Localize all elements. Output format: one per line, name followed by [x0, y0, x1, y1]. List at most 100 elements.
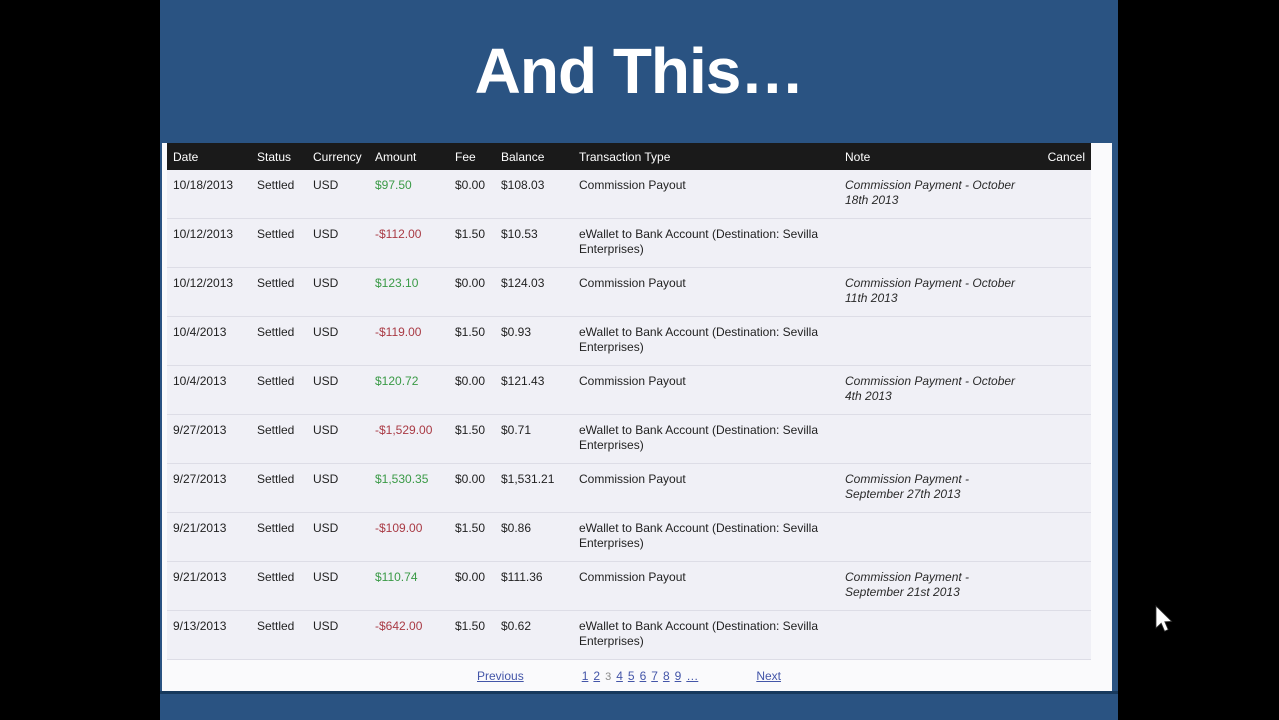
balance-cell: $0.93	[501, 325, 532, 339]
date-cell: 9/21/2013	[173, 521, 227, 535]
fee-cell: $1.50	[455, 521, 486, 535]
page-number-link[interactable]: …	[686, 669, 698, 683]
page-number-link[interactable]: 7	[651, 669, 658, 683]
amount-cell: $1,530.35	[375, 472, 429, 486]
cancel-cell	[1035, 170, 1091, 218]
status-cell: Settled	[257, 521, 295, 535]
transaction-type-cell: Commission Payout	[579, 374, 686, 388]
amount-cell: -$112.00	[375, 227, 422, 241]
note-cell	[839, 415, 1035, 463]
status-cell: Settled	[257, 472, 295, 486]
table-row: 9/27/2013 Settled USD $1,530.35 $0.00 $1…	[167, 464, 1091, 513]
transaction-type-cell: Commission Payout	[579, 276, 686, 290]
balance-cell: $111.36	[501, 570, 543, 584]
screen: And This… Date Status Currency Amount Fe…	[0, 0, 1279, 720]
table-row: 9/13/2013 Settled USD -$642.00 $1.50 $0.…	[167, 611, 1091, 660]
note-cell: Commission Payment - October 18th 2013	[845, 178, 1016, 207]
currency-cell: USD	[313, 374, 339, 388]
page-number-link[interactable]: 9	[675, 669, 682, 683]
currency-cell: USD	[313, 178, 339, 192]
date-cell: 10/4/2013	[173, 374, 227, 388]
transaction-type-cell: eWallet to Bank Account (Destination: Se…	[579, 227, 819, 256]
fee-cell: $1.50	[455, 423, 486, 437]
balance-cell: $121.43	[501, 374, 545, 388]
balance-cell: $0.62	[501, 619, 532, 633]
note-cell: Commission Payment - September 27th 2013	[845, 472, 970, 501]
amount-cell: $97.50	[375, 178, 412, 192]
fee-cell: $0.00	[455, 276, 486, 290]
column-header-date: Date	[173, 149, 199, 164]
next-page-link[interactable]: Next	[756, 669, 781, 683]
status-cell: Settled	[257, 619, 295, 633]
cancel-cell	[1035, 464, 1091, 512]
currency-cell: USD	[313, 521, 339, 535]
previous-page-link[interactable]: Previous	[477, 669, 524, 683]
table-row: 10/12/2013 Settled USD -$112.00 $1.50 $1…	[167, 219, 1091, 268]
amount-cell: $110.74	[375, 570, 418, 584]
cancel-cell	[1035, 317, 1091, 365]
date-cell: 10/18/2013	[173, 178, 234, 192]
fee-cell: $0.00	[455, 570, 486, 584]
column-header-cancel: Cancel	[1047, 149, 1085, 164]
currency-cell: USD	[313, 276, 339, 290]
amount-cell: $123.10	[375, 276, 419, 290]
balance-cell: $124.03	[501, 276, 545, 290]
page-number-link[interactable]: 2	[593, 669, 600, 683]
date-cell: 9/13/2013	[173, 619, 227, 633]
currency-cell: USD	[313, 472, 339, 486]
status-cell: Settled	[257, 374, 295, 388]
fee-cell: $0.00	[455, 178, 486, 192]
cancel-cell	[1035, 415, 1091, 463]
note-cell	[839, 611, 1035, 659]
table-row: 9/21/2013 Settled USD -$109.00 $1.50 $0.…	[167, 513, 1091, 562]
page-number-link[interactable]: 5	[628, 669, 635, 683]
cancel-cell	[1035, 513, 1091, 561]
transactions-table: Date Status Currency Amount Fee Balance …	[167, 143, 1091, 660]
date-cell: 9/27/2013	[173, 472, 227, 486]
balance-cell: $0.86	[501, 521, 532, 535]
column-header-balance: Balance	[501, 149, 545, 164]
status-cell: Settled	[257, 423, 295, 437]
date-cell: 9/27/2013	[173, 423, 227, 437]
table-row: 9/27/2013 Settled USD -$1,529.00 $1.50 $…	[167, 415, 1091, 464]
note-cell: Commission Payment - September 21st 2013	[845, 570, 970, 599]
note-cell: Commission Payment - October 4th 2013	[845, 374, 1016, 403]
page-number-link[interactable]: 8	[663, 669, 670, 683]
transaction-type-cell: eWallet to Bank Account (Destination: Se…	[579, 423, 819, 452]
page-number-link[interactable]: 4	[616, 669, 623, 683]
column-header-amount: Amount	[375, 149, 417, 164]
page-number-list: 1 2 3 4 5 6 7 8 9 …	[582, 669, 699, 683]
slide-footer-divider	[160, 691, 1118, 694]
column-header-note: Note	[845, 149, 871, 164]
mouse-cursor	[1155, 605, 1173, 632]
pagination-bar: Previous 1 2 3 4 5 6 7 8 9 … Next	[167, 660, 1091, 691]
fee-cell: $0.00	[455, 374, 486, 388]
table-row: 9/21/2013 Settled USD $110.74 $0.00 $111…	[167, 562, 1091, 611]
column-header-status: Status	[257, 149, 292, 164]
transaction-type-cell: Commission Payout	[579, 570, 686, 584]
balance-cell: $10.53	[501, 227, 538, 241]
balance-cell: $0.71	[501, 423, 532, 437]
fee-cell: $1.50	[455, 227, 486, 241]
status-cell: Settled	[257, 570, 295, 584]
currency-cell: USD	[313, 619, 339, 633]
date-cell: 10/4/2013	[173, 325, 227, 339]
transaction-type-cell: Commission Payout	[579, 472, 686, 486]
cancel-cell	[1035, 562, 1091, 610]
status-cell: Settled	[257, 276, 295, 290]
amount-cell: -$1,529.00	[375, 423, 433, 437]
status-cell: Settled	[257, 178, 295, 192]
note-cell: Commission Payment - October 11th 2013	[845, 276, 1016, 305]
fee-cell: $1.50	[455, 325, 486, 339]
date-cell: 10/12/2013	[173, 276, 234, 290]
currency-cell: USD	[313, 227, 339, 241]
transaction-type-cell: eWallet to Bank Account (Destination: Se…	[579, 619, 819, 648]
table-row: 10/4/2013 Settled USD -$119.00 $1.50 $0.…	[167, 317, 1091, 366]
page-number-current: 3	[605, 670, 612, 683]
page-number-link[interactable]: 6	[640, 669, 647, 683]
table-row: 10/18/2013 Settled USD $97.50 $0.00 $108…	[167, 170, 1091, 219]
currency-cell: USD	[313, 423, 339, 437]
fee-cell: $1.50	[455, 619, 486, 633]
table-row: 10/4/2013 Settled USD $120.72 $0.00 $121…	[167, 366, 1091, 415]
page-number-link[interactable]: 1	[582, 669, 589, 683]
